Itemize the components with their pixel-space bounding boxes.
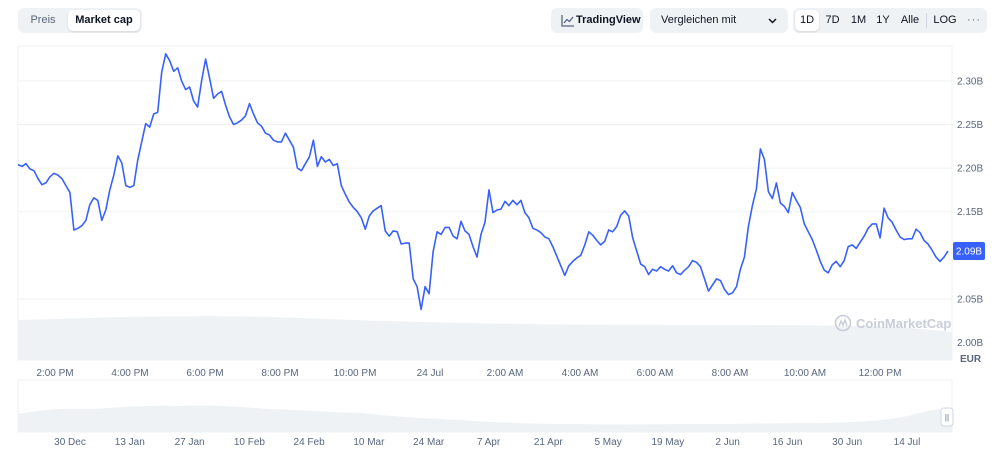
navigator-tick-label: 2 Jun — [715, 437, 739, 448]
navigator-tick-label: 30 Dec — [54, 437, 86, 448]
y-tick-label: 2.15B — [957, 207, 983, 218]
currency-label: EUR — [960, 354, 982, 365]
x-tick-label: 2:00 PM — [36, 368, 73, 379]
y-tick-label: 2.00B — [957, 338, 983, 349]
x-axis-labels: 2:00 PM 4:00 PM 6:00 PM 8:00 PM 10:00 PM 24 J… — [36, 368, 901, 379]
navigator-tick-label: 13 Jan — [115, 437, 145, 448]
navigator[interactable]: || — [17, 379, 954, 433]
current-value-label: 2.09B — [956, 247, 982, 258]
y-tick-label: 2.05B — [957, 294, 983, 305]
x-tick-label: 8:00 AM — [712, 368, 749, 379]
y-tick-label: 2.25B — [957, 120, 983, 131]
navigator-tick-label: 5 May — [594, 437, 621, 448]
y-axis-labels: 2.30B 2.25B 2.20B 2.15B 2.05B 2.00B — [957, 76, 983, 349]
x-tick-label: 6:00 PM — [186, 368, 223, 379]
navigator-tick-label: 10 Mar — [353, 437, 385, 448]
watermark-text: CoinMarketCap — [856, 316, 951, 331]
navigator-tick-label: 21 Apr — [534, 437, 564, 448]
navigator-handle-grip-icon: || — [945, 413, 949, 422]
navigator-tick-label: 14 Jul — [894, 437, 921, 448]
market-cap-chart: CoinMarketCap 2.30B2.25B2.20B2.15B2.05B2… — [17, 45, 985, 448]
x-tick-label: 24 Jul — [417, 368, 444, 379]
x-tick-label: 10:00 AM — [784, 368, 826, 379]
x-tick-label: 12:00 PM — [859, 368, 902, 379]
x-tick-label: 4:00 PM — [111, 368, 148, 379]
x-tick-label: 6:00 AM — [637, 368, 674, 379]
x-tick-label: 2:00 AM — [487, 368, 524, 379]
navigator-tick-label: 19 May — [652, 437, 685, 448]
navigator-x-axis-labels: 30 Dec 13 Jan 27 Jan 10 Feb 24 Feb 10 Mar 24 M… — [54, 437, 920, 448]
navigator-tick-label: 10 Feb — [234, 437, 266, 448]
navigator-tick-label: 7 Apr — [477, 437, 501, 448]
plot-area — [17, 45, 953, 361]
navigator-tick-label: 16 Jun — [772, 437, 802, 448]
navigator-tick-label: 27 Jan — [175, 437, 205, 448]
current-value-badge: 2.09B — [953, 242, 985, 260]
navigator-tick-label: 24 Feb — [294, 437, 326, 448]
x-tick-label: 8:00 PM — [261, 368, 298, 379]
y-tick-label: 2.20B — [957, 164, 983, 175]
y-tick-label: 2.30B — [957, 76, 983, 87]
navigator-tick-label: 30 Jun — [832, 437, 862, 448]
navigator-tick-label: 24 Mar — [413, 437, 445, 448]
x-tick-label: 4:00 AM — [562, 368, 599, 379]
x-tick-label: 10:00 PM — [334, 368, 377, 379]
